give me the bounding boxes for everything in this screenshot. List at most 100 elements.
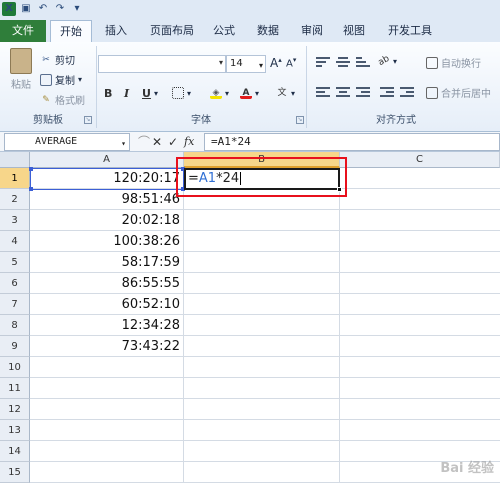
cell-a[interactable]: 98:51:46: [30, 189, 184, 210]
row-header[interactable]: 15: [0, 462, 30, 483]
tab-review[interactable]: 审阅: [296, 20, 328, 42]
wrap-text-button[interactable]: 自动换行: [426, 55, 481, 70]
paste-button[interactable]: 粘贴: [8, 48, 34, 91]
orientation-button[interactable]: ab ▾: [376, 53, 397, 69]
tab-insert[interactable]: 插入: [100, 20, 132, 42]
wrap-text-icon: [426, 56, 438, 69]
cut-label: 剪切: [55, 56, 75, 67]
font-color-button[interactable]: A ▾: [240, 87, 259, 99]
enter-icon[interactable]: ✓: [168, 134, 178, 150]
align-middle-icon[interactable]: [336, 57, 350, 71]
cancel-icon[interactable]: ✕: [152, 134, 162, 150]
column-header-a[interactable]: A: [30, 152, 184, 168]
row-header[interactable]: 12: [0, 399, 30, 420]
align-left-icon[interactable]: [316, 87, 330, 101]
undo-icon[interactable]: ↶: [36, 2, 50, 16]
row-header[interactable]: 8: [0, 315, 30, 336]
increase-indent-icon[interactable]: [400, 87, 414, 101]
name-box[interactable]: AVERAGE ▾: [4, 133, 130, 151]
cell-a[interactable]: 73:43:22: [30, 336, 184, 357]
chevron-down-icon: ▾: [255, 88, 260, 98]
text-orientation-icon: ab: [376, 53, 392, 69]
align-bottom-icon[interactable]: [356, 57, 370, 71]
cell-a[interactable]: 20:02:18: [30, 210, 184, 231]
merge-center-button[interactable]: 合并后居中: [426, 85, 491, 100]
align-top-icon[interactable]: [316, 57, 330, 71]
font-group-label: 字体: [191, 115, 211, 126]
insert-function-icon[interactable]: fx: [184, 134, 194, 150]
chevron-down-icon: ▾: [187, 88, 192, 98]
formula-reference-highlight: [29, 167, 185, 191]
copy-button[interactable]: 复制 ▾: [40, 72, 82, 87]
tab-page-layout[interactable]: 页面布局: [144, 20, 200, 42]
redo-icon[interactable]: ↷: [53, 2, 67, 16]
align-right-icon[interactable]: [356, 87, 370, 101]
cell-a[interactable]: 86:55:55: [30, 273, 184, 294]
copy-label: 复制: [55, 76, 75, 87]
row-header[interactable]: 2: [0, 189, 30, 210]
row-header[interactable]: 14: [0, 441, 30, 462]
shrink-font-icon: A▾: [286, 56, 297, 70]
cell-a[interactable]: 12:34:28: [30, 315, 184, 336]
row-header[interactable]: 4: [0, 231, 30, 252]
name-box-value: AVERAGE: [35, 136, 78, 147]
column-header-c[interactable]: C: [340, 152, 500, 168]
save-icon[interactable]: ▣: [19, 2, 33, 16]
tab-view[interactable]: 视图: [338, 20, 370, 42]
row-gridline: [30, 461, 500, 462]
row-header[interactable]: 1: [0, 168, 30, 189]
bold-button[interactable]: B: [104, 86, 112, 102]
copy-icon: [40, 73, 52, 86]
font-launcher-icon[interactable]: ↘: [296, 116, 304, 124]
chevron-down-icon: ▾: [218, 58, 223, 67]
phonetic-button[interactable]: 文 ▾: [276, 87, 295, 99]
italic-button[interactable]: I: [124, 86, 129, 102]
row-header[interactable]: 7: [0, 294, 30, 315]
align-center-icon[interactable]: [336, 87, 350, 101]
fill-color-button[interactable]: ◈ ▾: [210, 87, 229, 99]
row-header[interactable]: 5: [0, 252, 30, 273]
row-header[interactable]: 9: [0, 336, 30, 357]
formula-bar-grip-icon: ⌒: [138, 135, 151, 149]
customize-qat-icon[interactable]: ▾: [70, 2, 84, 16]
clipboard-launcher-icon[interactable]: ↘: [84, 116, 92, 124]
row-header[interactable]: 10: [0, 357, 30, 378]
tab-data[interactable]: 数据: [252, 20, 284, 42]
title-bar: X ▣ ↶ ↷ ▾ 文件 开始 插入 页面布局 公式 数据 审阅 视图 开发工具: [0, 0, 500, 43]
excel-logo-icon: X: [2, 2, 16, 16]
cut-button[interactable]: ✂ 剪切: [40, 52, 75, 68]
tab-file[interactable]: 文件: [0, 20, 46, 42]
format-painter-button[interactable]: ✎ 格式刷: [40, 92, 85, 108]
column-gridline: [339, 168, 340, 482]
formula-input[interactable]: =A1*24: [204, 133, 500, 151]
row-header[interactable]: 11: [0, 378, 30, 399]
cell-a[interactable]: 58:17:59: [30, 252, 184, 273]
merge-cells-icon: [426, 86, 438, 99]
shrink-font-button[interactable]: A▾: [286, 56, 296, 69]
font-name-select[interactable]: ▾: [98, 55, 226, 73]
scissors-icon: ✂: [42, 54, 50, 65]
cell-a[interactable]: 100:38:26: [30, 231, 184, 252]
grow-font-button[interactable]: A▴: [270, 56, 282, 70]
underline-button[interactable]: U: [142, 86, 151, 102]
font-size-select[interactable]: 14 ▾: [226, 55, 266, 73]
select-all-corner[interactable]: [0, 152, 30, 168]
borders-button[interactable]: ▾: [172, 87, 191, 99]
worksheet-grid: A B C 1 120:20:17 2 98:51:46 3 20:02:18 4 100:3…: [0, 152, 500, 483]
highlight-annotation-box: [176, 157, 347, 197]
decrease-indent-icon[interactable]: [380, 87, 394, 101]
watermark: Bai 经验: [440, 461, 494, 476]
row-header[interactable]: 13: [0, 420, 30, 441]
row-gridline: [30, 419, 500, 420]
row-header[interactable]: 6: [0, 273, 30, 294]
tab-home[interactable]: 开始: [50, 20, 92, 43]
row-gridline: [30, 440, 500, 441]
format-painter-label: 格式刷: [55, 96, 85, 107]
row-header[interactable]: 3: [0, 210, 30, 231]
font-size-value: 14: [230, 58, 243, 69]
underline-dropdown[interactable]: ▾: [154, 89, 158, 98]
ribbon: 粘贴 ✂ 剪切 复制 ▾ ✎ 格式刷 剪贴板 ↘ ▾ 14 ▾ A▴ A▾ B I…: [0, 42, 500, 132]
tab-developer[interactable]: 开发工具: [382, 20, 438, 42]
tab-formulas[interactable]: 公式: [208, 20, 240, 42]
cell-a[interactable]: 60:52:10: [30, 294, 184, 315]
